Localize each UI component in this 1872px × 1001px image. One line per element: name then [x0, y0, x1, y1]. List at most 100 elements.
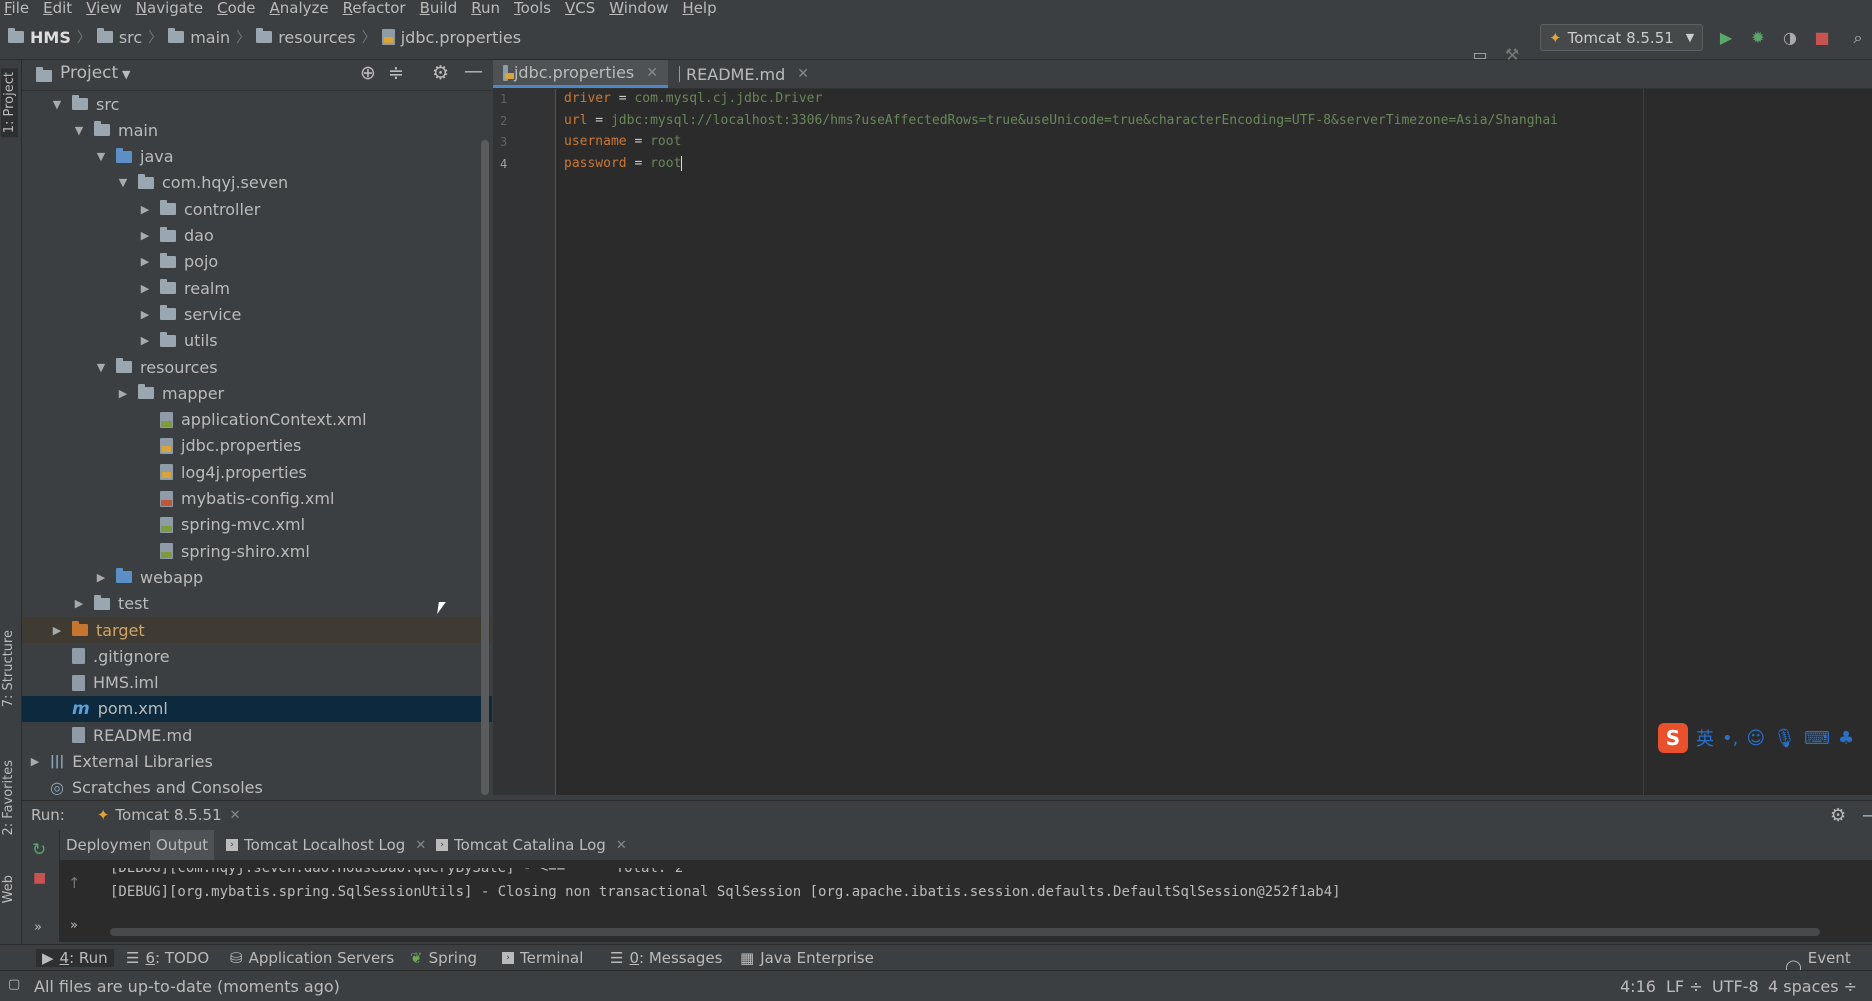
tool-tab-messages[interactable]: ☰ 0: Messages [610, 949, 722, 967]
web-tool-tab[interactable]: Web [1, 875, 16, 903]
tree-item-spring-shiro-xml[interactable]: spring-shiro.xml [22, 538, 492, 564]
close-icon[interactable]: ✕ [646, 65, 658, 81]
menu-build[interactable]: Build [420, 0, 458, 16]
tree-item-dao[interactable]: ▶ dao [22, 223, 492, 249]
console-horizontal-scrollbar[interactable] [110, 928, 1820, 936]
tab-tomcat-catalina-log[interactable]: › Tomcat Catalina Log ✕ [430, 830, 633, 860]
tree-item-pom-xml[interactable]: m pom.xml [22, 695, 492, 722]
tab-readme[interactable]: README.md ✕ [669, 60, 819, 88]
tree-item-controller[interactable]: ▶ controller [22, 196, 492, 222]
tree-item-realm[interactable]: ▶ realm [22, 275, 492, 301]
minimize-icon[interactable]: — [464, 60, 483, 82]
tree-item-hms-iml[interactable]: HMS.iml [22, 670, 492, 696]
tree-scrollbar[interactable] [481, 140, 489, 795]
close-icon[interactable]: ✕ [797, 66, 809, 82]
gear-icon[interactable]: ⚙ [1830, 805, 1846, 826]
collapsed-arrow-icon[interactable]: ▶ [138, 334, 152, 347]
caret-position[interactable]: 4:16 [1620, 977, 1656, 996]
search-icon[interactable]: ⌕ [1848, 28, 1868, 48]
tree-item-com-hqyj-seven[interactable]: ▼ com.hqyj.seven [22, 170, 492, 196]
collapsed-arrow-icon[interactable]: ▶ [50, 624, 64, 637]
code-line[interactable]: url = jdbc:mysql://localhost:3306/hms?us… [564, 113, 1558, 128]
tree-item-applicationcontext-xml[interactable]: applicationContext.xml [22, 407, 492, 433]
collapsed-arrow-icon[interactable]: ▶ [72, 597, 86, 610]
sogou-logo-icon[interactable]: S [1658, 723, 1688, 753]
gear-icon[interactable]: ⚙ [432, 62, 449, 84]
indent-setting[interactable]: 4 spaces ÷ [1768, 977, 1857, 996]
menu-file[interactable]: File [4, 0, 29, 16]
menu-tools[interactable]: Tools [514, 0, 551, 16]
tree-item-mybatis-config-xml[interactable]: mybatis-config.xml [22, 486, 492, 512]
tab-output[interactable]: Output [150, 830, 215, 860]
collapsed-arrow-icon[interactable]: ▶ [116, 387, 130, 400]
tool-tab-run[interactable]: ▶ 4: Run [36, 949, 114, 967]
menu-vcs[interactable]: VCS [565, 0, 595, 16]
tree-item-spring-mvc-xml[interactable]: spring-mvc.xml [22, 512, 492, 538]
collapse-all-icon[interactable]: ≑ [388, 62, 404, 84]
code-editor[interactable] [493, 89, 1872, 795]
tree-item-target[interactable]: ▶ target [22, 617, 492, 643]
breadcrumb-main[interactable]: main [190, 28, 230, 47]
collapsed-arrow-icon[interactable]: ▶ [28, 755, 42, 768]
emoji-icon[interactable]: ☺ [1746, 728, 1765, 749]
run-config-tab[interactable]: Tomcat 8.5.51 [115, 806, 221, 824]
tree-item-jdbc-properties[interactable]: jdbc.properties [22, 433, 492, 459]
keyboard-icon[interactable]: ⌨ [1804, 728, 1830, 749]
menu-analyze[interactable]: Analyze [270, 0, 329, 16]
stop-icon[interactable]: ■ [33, 870, 46, 886]
skin-icon[interactable]: ♣ [1838, 728, 1854, 749]
run-icon[interactable]: ▶ [1716, 28, 1736, 48]
tab-jdbc-properties[interactable]: jdbc.properties ✕ [493, 60, 668, 88]
tree-item-gitignore[interactable]: .gitignore [22, 643, 492, 669]
ime-punctuation[interactable]: •, [1722, 728, 1738, 749]
collapsed-arrow-icon[interactable]: ▶ [138, 203, 152, 216]
collapsed-arrow-icon[interactable]: ▶ [138, 255, 152, 268]
minimize-icon[interactable]: — [1862, 805, 1872, 826]
locate-target-icon[interactable]: ⊕ [360, 62, 376, 84]
tree-item-external-libraries[interactable]: ▶ ||| External Libraries [22, 749, 492, 775]
project-view-title[interactable]: Project [60, 63, 118, 83]
tree-item-log4j-properties[interactable]: log4j.properties [22, 459, 492, 485]
tree-item-src[interactable]: ▼ src [22, 91, 492, 117]
tree-item-readme-md[interactable]: README.md [22, 722, 492, 748]
collapsed-arrow-icon[interactable]: ▶ [138, 229, 152, 242]
run-configuration-select[interactable]: ✦ Tomcat 8.5.51 ▼ [1540, 24, 1703, 51]
menu-window[interactable]: Window [609, 0, 668, 16]
menu-code[interactable]: Code [217, 0, 255, 16]
menu-edit[interactable]: Edit [43, 0, 72, 16]
favorites-tool-tab[interactable]: 2: Favorites [1, 760, 16, 836]
breadcrumb-resources[interactable]: resources [278, 28, 356, 47]
tree-item-test[interactable]: ▶ test [22, 591, 492, 617]
collapsed-arrow-icon[interactable]: ▶ [138, 282, 152, 295]
expand-more-icon[interactable]: » [34, 920, 42, 935]
tree-item-mapper[interactable]: ▶ mapper [22, 380, 492, 406]
code-line[interactable]: username = root [564, 134, 681, 149]
close-icon[interactable]: ✕ [415, 838, 426, 853]
expanded-arrow-icon[interactable]: ▼ [94, 150, 108, 163]
line-separator[interactable]: LF ÷ [1666, 977, 1703, 996]
menu-refactor[interactable]: Refactor [343, 0, 406, 16]
menu-help[interactable]: Help [682, 0, 716, 16]
expanded-arrow-icon[interactable]: ▼ [50, 98, 64, 111]
menu-run[interactable]: Run [471, 0, 500, 16]
file-encoding[interactable]: UTF-8 [1712, 977, 1759, 996]
collapsed-arrow-icon[interactable]: ▶ [94, 571, 108, 584]
collapsed-arrow-icon[interactable]: ▶ [138, 308, 152, 321]
tree-item-service[interactable]: ▶ service [22, 301, 492, 327]
stop-icon[interactable]: ■ [1812, 28, 1832, 48]
tree-item-resources[interactable]: ▼ resources [22, 354, 492, 380]
tree-item-scratches-and-consoles[interactable]: ◎ Scratches and Consoles [22, 775, 492, 796]
expanded-arrow-icon[interactable]: ▼ [94, 361, 108, 374]
rerun-icon[interactable]: ↻ [32, 840, 46, 860]
tool-tab-spring[interactable]: ❦ Spring [410, 949, 477, 967]
close-icon[interactable]: ✕ [616, 838, 627, 853]
tree-item-main[interactable]: ▼ main [22, 117, 492, 143]
expanded-arrow-icon[interactable]: ▼ [116, 176, 130, 189]
structure-tool-tab[interactable]: 7: Structure [1, 630, 16, 707]
microphone-icon[interactable]: 🎙 [1773, 728, 1796, 749]
expand-more-icon[interactable]: » [70, 918, 78, 933]
tool-tab-terminal[interactable]: › Terminal [502, 949, 583, 967]
debug-icon[interactable]: ✹ [1748, 28, 1768, 48]
tab-tomcat-localhost-log[interactable]: › Tomcat Localhost Log ✕ [220, 830, 432, 860]
project-tool-tab[interactable]: 1: Project [1, 68, 18, 138]
